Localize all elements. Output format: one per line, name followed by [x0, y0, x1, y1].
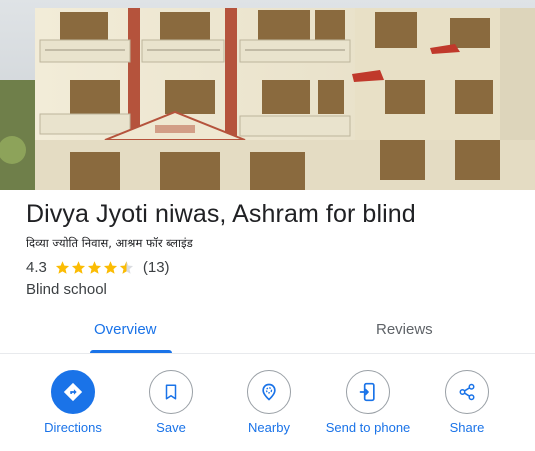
nearby-label: Nearby	[248, 420, 290, 435]
save-circle[interactable]	[149, 370, 193, 414]
active-tab-indicator	[90, 350, 172, 353]
star-icon	[103, 261, 117, 274]
tab-reviews[interactable]: Reviews	[376, 321, 433, 338]
star-icon	[55, 261, 69, 274]
place-category[interactable]: Blind school	[26, 281, 107, 298]
place-local-name: दिव्या ज्योति निवास, आश्रम फॉर ब्लाइंड	[26, 236, 193, 250]
action-bar: Directions Save Nearby Send to phone Sha…	[0, 370, 535, 451]
tab-bar: Overview Reviews	[0, 308, 535, 354]
send-to-phone-button[interactable]: Send to phone	[323, 370, 413, 436]
save-label: Save	[156, 420, 186, 435]
place-photo[interactable]	[0, 0, 535, 190]
nearby-circle[interactable]	[247, 370, 291, 414]
save-button[interactable]: Save	[126, 370, 216, 436]
directions-circle[interactable]	[51, 370, 95, 414]
review-count: (13)	[142, 259, 170, 276]
share-label: Share	[449, 420, 485, 435]
directions-button[interactable]: Directions	[28, 370, 118, 436]
star-icon	[71, 261, 85, 274]
rating-value: 4.3	[26, 259, 47, 276]
building-photo-image	[0, 0, 535, 190]
place-title: Divya Jyoti niwas, Ashram for blind	[26, 200, 416, 228]
send-to-phone-label: Send to phone	[325, 420, 411, 435]
directions-label: Directions	[44, 420, 102, 435]
nearby-icon	[262, 383, 276, 401]
bookmark-icon	[165, 384, 177, 400]
star-icon	[87, 261, 101, 274]
tab-overview[interactable]: Overview	[94, 321, 157, 338]
share-circle[interactable]	[445, 370, 489, 414]
rating-stars	[55, 260, 135, 275]
star-half-icon	[119, 261, 133, 274]
rating-row[interactable]: 4.3 (13)	[26, 259, 170, 276]
directions-icon	[63, 382, 83, 402]
send-to-phone-icon	[359, 382, 375, 402]
nearby-button[interactable]: Nearby	[224, 370, 314, 436]
send-to-phone-circle[interactable]	[346, 370, 390, 414]
share-button[interactable]: Share	[422, 370, 512, 436]
share-icon	[459, 383, 475, 401]
